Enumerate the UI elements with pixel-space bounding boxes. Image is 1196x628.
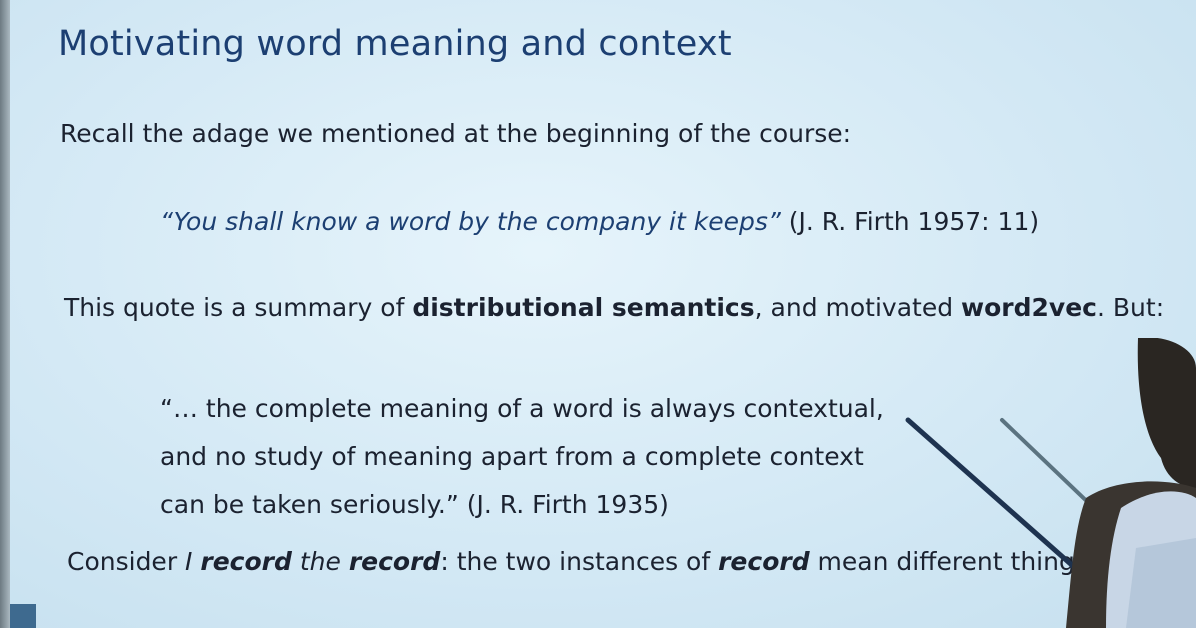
summary-part3: . But: [1097,293,1165,322]
presenter-shirt-shade [1126,538,1196,628]
consider-sentence: Consider I record the record: the two in… [67,547,1096,576]
quote-1935-line2: and no study of meaning apart from a com… [160,442,864,471]
distributional-semantics-term: distributional semantics [412,293,755,322]
summary-part2: , and motivated [754,293,962,322]
quote-1957-text: “You shall know a word by the company it… [160,207,781,236]
word2vec-term: word2vec [961,293,1097,322]
consider-part3: mean different things. [809,547,1096,576]
record-verb: record [200,547,292,576]
consider-ital2: the [291,547,349,576]
firth-quote-1935: “… the complete meaning of a word is alw… [160,385,884,529]
recall-text: Recall the adage we mentioned at the beg… [60,119,852,148]
slide: Motivating word meaning and context Reca… [0,0,1196,628]
firth-quote-1957: “You shall know a word by the company it… [160,207,1039,236]
consider-ital1: I [185,547,201,576]
consider-part2: : the two instances of [440,547,719,576]
quote-1935-line3: can be taken seriously.” (J. R. Firth 19… [160,490,669,519]
slide-title: Motivating word meaning and context [58,24,732,64]
record-noun: record [348,547,441,576]
summary-part1: This quote is a summary of [64,293,413,322]
projector-edge [0,0,10,628]
consider-part1: Consider [67,547,186,576]
record-word: record [718,547,810,576]
quote-1957-citation: (J. R. Firth 1957: 11) [780,207,1040,236]
summary-sentence: This quote is a summary of distributiona… [64,293,1164,322]
presenter-figure [1066,338,1196,628]
presenter-hair [1137,338,1196,488]
slide-corner-mark [10,604,36,628]
quote-1935-line1: “… the complete meaning of a word is alw… [160,394,884,423]
